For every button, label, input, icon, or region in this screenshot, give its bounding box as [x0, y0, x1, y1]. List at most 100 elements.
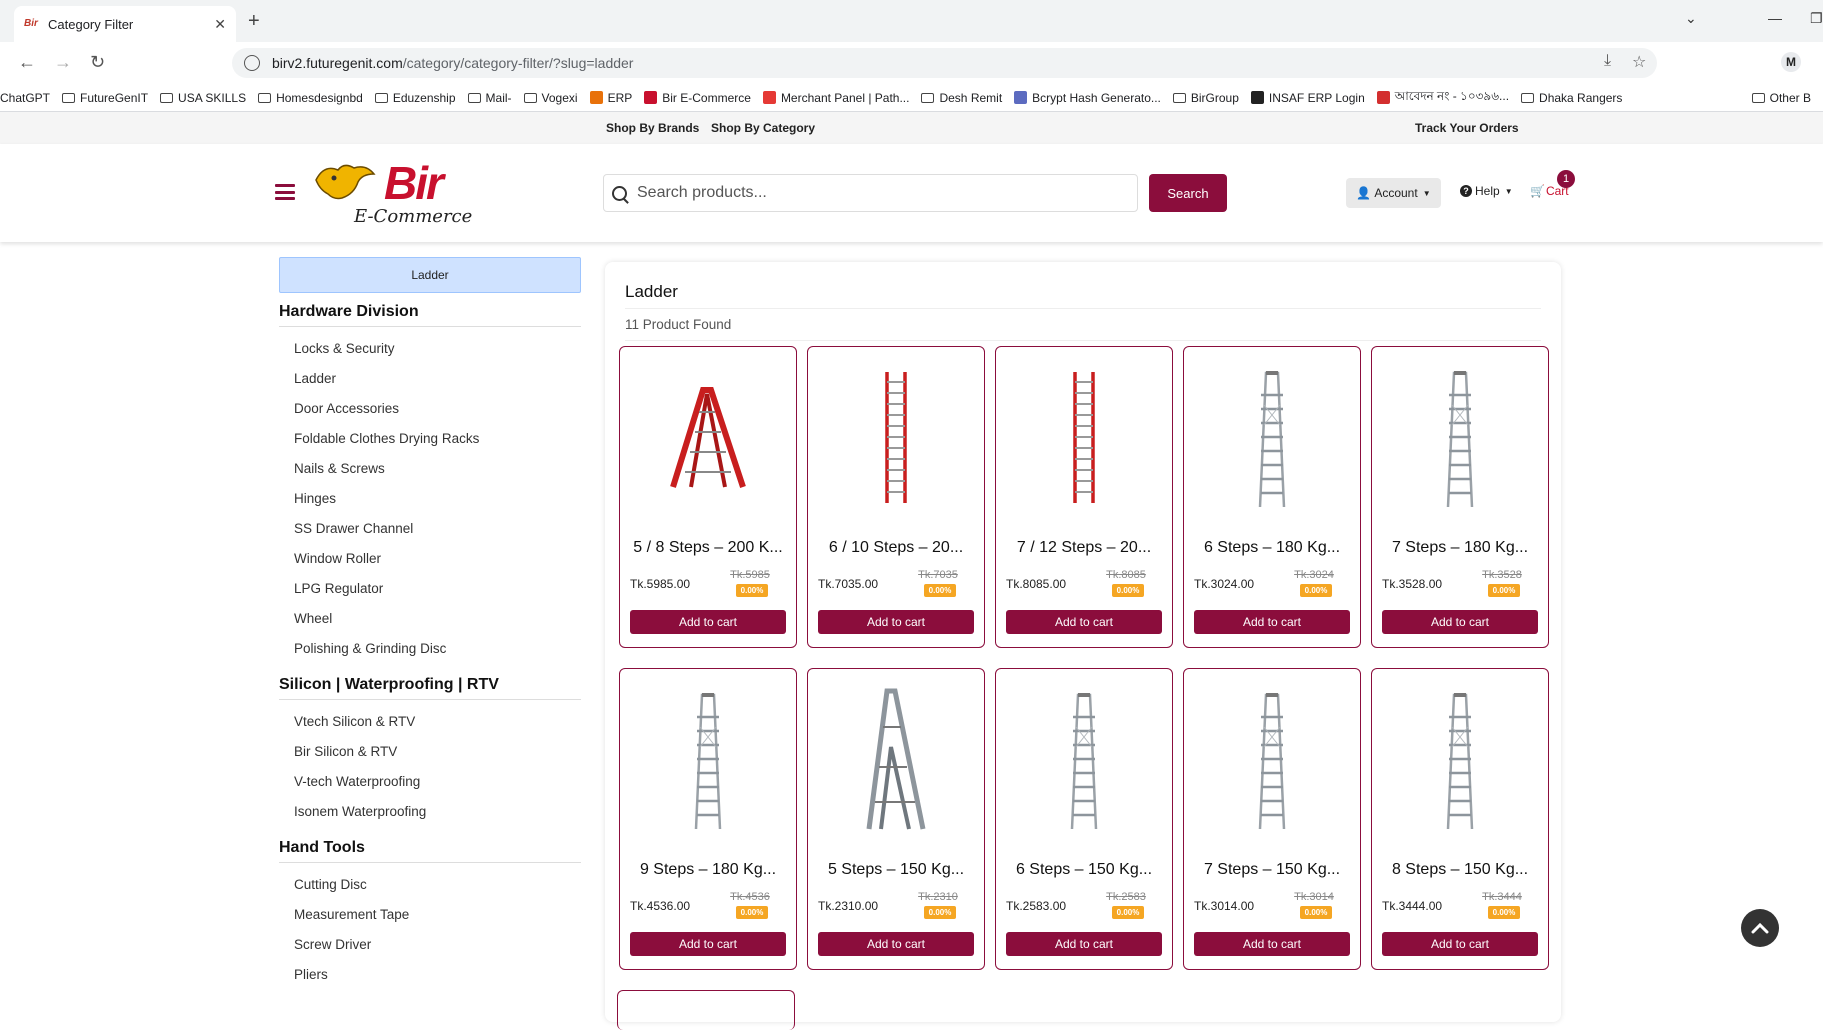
category-link[interactable]: Door Accessories [294, 394, 581, 424]
bookmark-item[interactable]: আবেদন নং - ১০৩৯৬... [1376, 88, 1509, 108]
shop-by-brands-link[interactable]: Shop By Brands [606, 121, 699, 135]
scroll-to-top-button[interactable] [1741, 909, 1779, 947]
category-link[interactable]: Measurement Tape [294, 900, 581, 930]
bookmark-item[interactable]: ChatGPT [0, 91, 50, 105]
minimize-icon[interactable]: — [1768, 10, 1782, 26]
browser-tab[interactable]: Bir Category Filter ✕ [14, 6, 236, 42]
track-orders-link[interactable]: Track Your Orders [1415, 121, 1519, 135]
product-name[interactable]: 7 Steps – 150 Kg... [1192, 861, 1352, 879]
bookmark-item[interactable]: Bcrypt Hash Generato... [1014, 91, 1161, 105]
bookmark-item[interactable]: Bir E-Commerce [644, 91, 751, 105]
product-name[interactable]: 7 / 12 Steps – 20... [1004, 539, 1164, 557]
product-image[interactable] [808, 357, 984, 517]
site-info-icon[interactable] [244, 55, 260, 71]
category-link[interactable]: Wheel [294, 604, 581, 634]
add-to-cart-button[interactable]: Add to cart [630, 932, 786, 956]
bookmark-item[interactable]: Vogexi [523, 91, 578, 105]
bookmark-item[interactable]: ERP [589, 91, 632, 105]
product-image[interactable] [996, 357, 1172, 517]
category-link[interactable]: Cutting Disc [294, 870, 581, 900]
bookmark-star-icon[interactable]: ☆ [1632, 52, 1646, 72]
product-image[interactable] [1372, 679, 1548, 839]
category-link[interactable]: LPG Regulator [294, 574, 581, 604]
product-card[interactable]: 6 Steps – 150 Kg... Tk.2583.00 Tk.2583 0.00… [995, 668, 1173, 970]
product-name[interactable]: 5 / 8 Steps – 200 K... [628, 539, 788, 557]
add-to-cart-button[interactable]: Add to cart [1382, 932, 1538, 956]
add-to-cart-button[interactable]: Add to cart [1194, 610, 1350, 634]
category-link[interactable]: Locks & Security [294, 334, 581, 364]
install-icon[interactable]: ⤓ [1604, 52, 1611, 70]
product-name[interactable]: 5 Steps – 150 Kg... [816, 861, 976, 879]
category-link[interactable]: SS Drawer Channel [294, 514, 581, 544]
add-to-cart-button[interactable]: Add to cart [818, 610, 974, 634]
product-image[interactable] [1184, 679, 1360, 839]
bookmark-item[interactable]: INSAF ERP Login [1250, 91, 1365, 105]
division-title[interactable]: Hand Tools [279, 829, 581, 863]
add-to-cart-button[interactable]: Add to cart [1006, 610, 1162, 634]
category-link[interactable]: Hinges [294, 484, 581, 514]
product-name[interactable]: 6 Steps – 180 Kg... [1192, 539, 1352, 557]
product-name[interactable]: 6 Steps – 150 Kg... [1004, 861, 1164, 879]
search-input[interactable] [637, 184, 1137, 202]
product-name[interactable]: 8 Steps – 150 Kg... [1380, 861, 1540, 879]
product-card[interactable]: 9 Steps – 180 Kg... Tk.4536.00 Tk.4536 0.00… [619, 668, 797, 970]
bookmark-item[interactable]: BirGroup [1172, 91, 1239, 105]
product-card[interactable]: 7 Steps – 180 Kg... Tk.3528.00 Tk.3528 0.00… [1371, 346, 1549, 648]
product-image[interactable] [996, 679, 1172, 839]
restore-icon[interactable]: ❐ [1810, 10, 1823, 27]
category-link[interactable]: Isonem Waterproofing [294, 797, 581, 827]
category-link[interactable]: Pliers [294, 960, 581, 990]
add-to-cart-button[interactable]: Add to cart [1382, 610, 1538, 634]
product-card[interactable]: 5 Steps – 150 Kg... Tk.2310.00 Tk.2310 0.00… [807, 668, 985, 970]
bookmark-item[interactable]: Homesdesignbd [258, 91, 363, 105]
bookmark-item[interactable]: Merchant Panel | Path... [762, 91, 909, 105]
category-link[interactable]: Ladder [294, 364, 581, 394]
product-image[interactable] [1184, 357, 1360, 517]
product-image[interactable] [1372, 357, 1548, 517]
add-to-cart-button[interactable]: Add to cart [1006, 932, 1162, 956]
add-to-cart-button[interactable]: Add to cart [630, 610, 786, 634]
help-dropdown[interactable]: ? Help ▼ [1460, 184, 1513, 198]
bookmark-item[interactable]: FutureGenIT [62, 91, 148, 105]
product-card[interactable]: 8 Steps – 150 Kg... Tk.3444.00 Tk.3444 0.00… [1371, 668, 1549, 970]
account-dropdown[interactable]: 👤 Account ▼ [1346, 178, 1441, 208]
product-card[interactable]: 6 / 10 Steps – 20... Tk.7035.00 Tk.7035 0.0… [807, 346, 985, 648]
product-name[interactable]: 6 / 10 Steps – 20... [816, 539, 976, 557]
bookmark-item[interactable]: USA SKILLS [160, 91, 246, 105]
division-title[interactable]: Silicon | Waterproofing | RTV [279, 666, 581, 700]
bookmark-item[interactable]: Eduzenship [374, 91, 456, 105]
category-link[interactable]: Foldable Clothes Drying Racks [294, 424, 581, 454]
division-title[interactable]: Hardware Division [279, 293, 581, 327]
category-link[interactable]: Screw Driver [294, 930, 581, 960]
shop-by-category-link[interactable]: Shop By Category [711, 121, 815, 135]
product-name[interactable]: 9 Steps – 180 Kg... [628, 861, 788, 879]
product-card[interactable] [617, 990, 795, 1030]
add-to-cart-button[interactable]: Add to cart [818, 932, 974, 956]
tab-search-icon[interactable]: ⌄ [1685, 10, 1697, 27]
product-card[interactable]: 6 Steps – 180 Kg... Tk.3024.00 Tk.3024 0.00… [1183, 346, 1361, 648]
profile-avatar[interactable]: M [1781, 52, 1801, 72]
url-bar[interactable]: birv2.futuregenit.com/category/category-… [232, 48, 1657, 78]
category-link[interactable]: Nails & Screws [294, 454, 581, 484]
close-tab-icon[interactable]: ✕ [214, 16, 226, 33]
product-card[interactable]: 7 Steps – 150 Kg... Tk.3014.00 Tk.3014 0.00… [1183, 668, 1361, 970]
category-link[interactable]: V-tech Waterproofing [294, 767, 581, 797]
back-icon[interactable]: ← [18, 52, 36, 73]
menu-icon[interactable] [275, 184, 295, 200]
product-card[interactable]: 7 / 12 Steps – 20... Tk.8085.00 Tk.8085 0.0… [995, 346, 1173, 648]
product-card[interactable]: 5 / 8 Steps – 200 K... Tk.5985.00 Tk.5985 0… [619, 346, 797, 648]
reload-icon[interactable]: ↻ [90, 52, 105, 73]
category-link[interactable]: Polishing & Grinding Disc [294, 634, 581, 664]
product-image[interactable] [620, 679, 796, 839]
bookmark-item[interactable]: Dhaka Rangers [1521, 91, 1622, 105]
category-link[interactable]: Bir Silicon & RTV [294, 737, 581, 767]
site-logo[interactable]: Bir E-Commerce [314, 156, 504, 230]
category-link[interactable]: Vtech Silicon & RTV [294, 707, 581, 737]
category-link[interactable]: Window Roller [294, 544, 581, 574]
bookmark-item[interactable]: Mail- [467, 91, 512, 105]
product-name[interactable]: 7 Steps – 180 Kg... [1380, 539, 1540, 557]
active-category[interactable]: Ladder [279, 257, 581, 293]
forward-icon[interactable]: → [54, 52, 72, 73]
search-button[interactable]: Search [1149, 174, 1227, 212]
other-bookmarks[interactable]: Other B [1741, 84, 1823, 111]
